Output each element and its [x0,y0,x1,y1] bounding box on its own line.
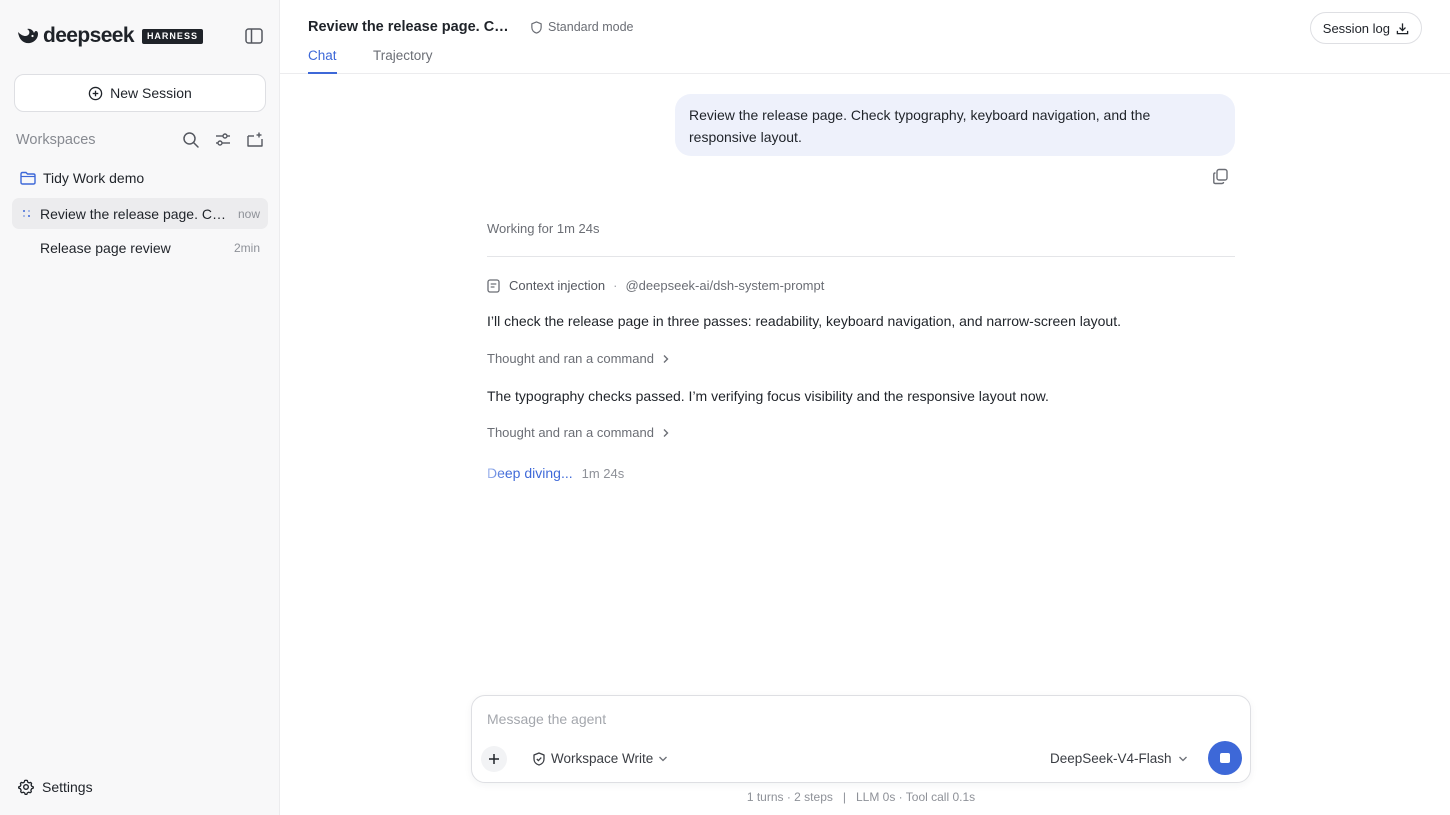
assistant-message: I’ll check the release page in three pas… [487,313,1121,329]
stop-icon [1220,753,1230,763]
context-source: @deepseek-ai/dsh-system-prompt [625,278,825,293]
download-icon [1396,22,1409,34]
brand-badge: HARNESS [141,28,203,44]
whale-logo-icon [18,28,38,44]
workspaces-label: Workspaces [16,132,96,148]
thought-label: Thought and ran a command [487,351,654,366]
composer: Workspace Write DeepSeek-V4-Flash [471,695,1251,783]
model-select[interactable]: DeepSeek-V4-Flash [1050,751,1188,766]
model-label: DeepSeek-V4-Flash [1050,751,1172,766]
permission-select[interactable]: Workspace Write [532,751,668,766]
assistant-message: The typography checks passed. I’m verify… [487,388,1049,404]
new-folder-icon[interactable] [246,131,264,149]
context-injection[interactable]: Context injection · @deepseek-ai/dsh-sys… [487,278,824,293]
copy-button[interactable] [1212,168,1229,185]
user-message: Review the release page. Check typograph… [675,94,1235,156]
chevron-right-icon [663,428,669,437]
brand-logo[interactable]: deepseek HARNESS [16,25,203,47]
divider [487,256,1235,257]
sidebar-toggle-icon [245,28,263,44]
settings-button[interactable]: Settings [18,779,93,795]
session-item[interactable]: Release page review 2min [12,232,268,263]
tab-trajectory[interactable]: Trajectory [373,48,433,74]
mode-indicator[interactable]: Standard mode [530,20,633,34]
shield-icon [531,20,542,34]
search-icon[interactable] [182,131,200,149]
tab-chat[interactable]: Chat [308,48,337,74]
message-input[interactable] [487,708,1227,730]
session-title: Release page review [40,239,171,256]
status-label: Deep diving... [487,465,573,481]
folder-icon [20,171,36,185]
attach-button[interactable] [481,746,507,772]
thought-toggle[interactable]: Thought and ran a command [487,425,670,440]
chevron-down-icon [1178,756,1187,761]
agent-status: Deep diving... 1m 24s [487,465,624,481]
chevron-right-icon [663,354,669,363]
thought-label: Thought and ran a command [487,425,654,440]
main-header: Review the release page. Check typograph… [280,0,1450,74]
stop-button[interactable] [1208,741,1242,775]
workspace-folder[interactable]: Tidy Work demo [20,170,144,186]
gear-icon [18,779,34,795]
collapse-sidebar-button[interactable] [244,27,264,45]
session-time: now [237,206,260,221]
thought-toggle[interactable]: Thought and ran a command [487,351,670,366]
run-stats: 1 turns · 2 steps | LLM 0s · Tool call 0… [746,790,976,804]
session-title: Review the release page. Check typograph… [40,205,230,222]
filter-sliders-icon[interactable] [214,131,232,149]
sidebar: deepseek HARNESS New Session Workspaces [0,0,280,815]
session-item-active[interactable]: Review the release page. Check typograph… [12,198,268,229]
copy-icon [1213,168,1228,185]
plus-icon [489,754,499,764]
brand-name: deepseek [43,24,135,47]
status-elapsed: 1m 24s [581,465,625,481]
permission-label: Workspace Write [551,751,654,766]
new-session-button[interactable]: New Session [14,74,266,112]
shield-check-icon [533,751,545,766]
plus-circle-icon [88,86,103,100]
document-icon [487,278,500,293]
session-heading: Review the release page. Check typograph… [308,19,510,35]
new-session-label: New Session [110,85,192,101]
session-log-label: Session log [1322,20,1390,36]
workspace-name: Tidy Work demo [43,170,145,186]
working-duration: Working for 1m 24s [487,221,600,236]
context-separator: · [613,278,618,293]
settings-label: Settings [42,779,93,795]
context-label: Context injection [509,278,606,293]
loading-dots-icon [23,210,30,217]
chevron-down-icon [659,756,668,761]
session-log-button[interactable]: Session log [1309,12,1422,44]
mode-label: Standard mode [548,20,634,34]
session-time: 2min [233,240,260,255]
workspaces-header: Workspaces [16,130,266,150]
